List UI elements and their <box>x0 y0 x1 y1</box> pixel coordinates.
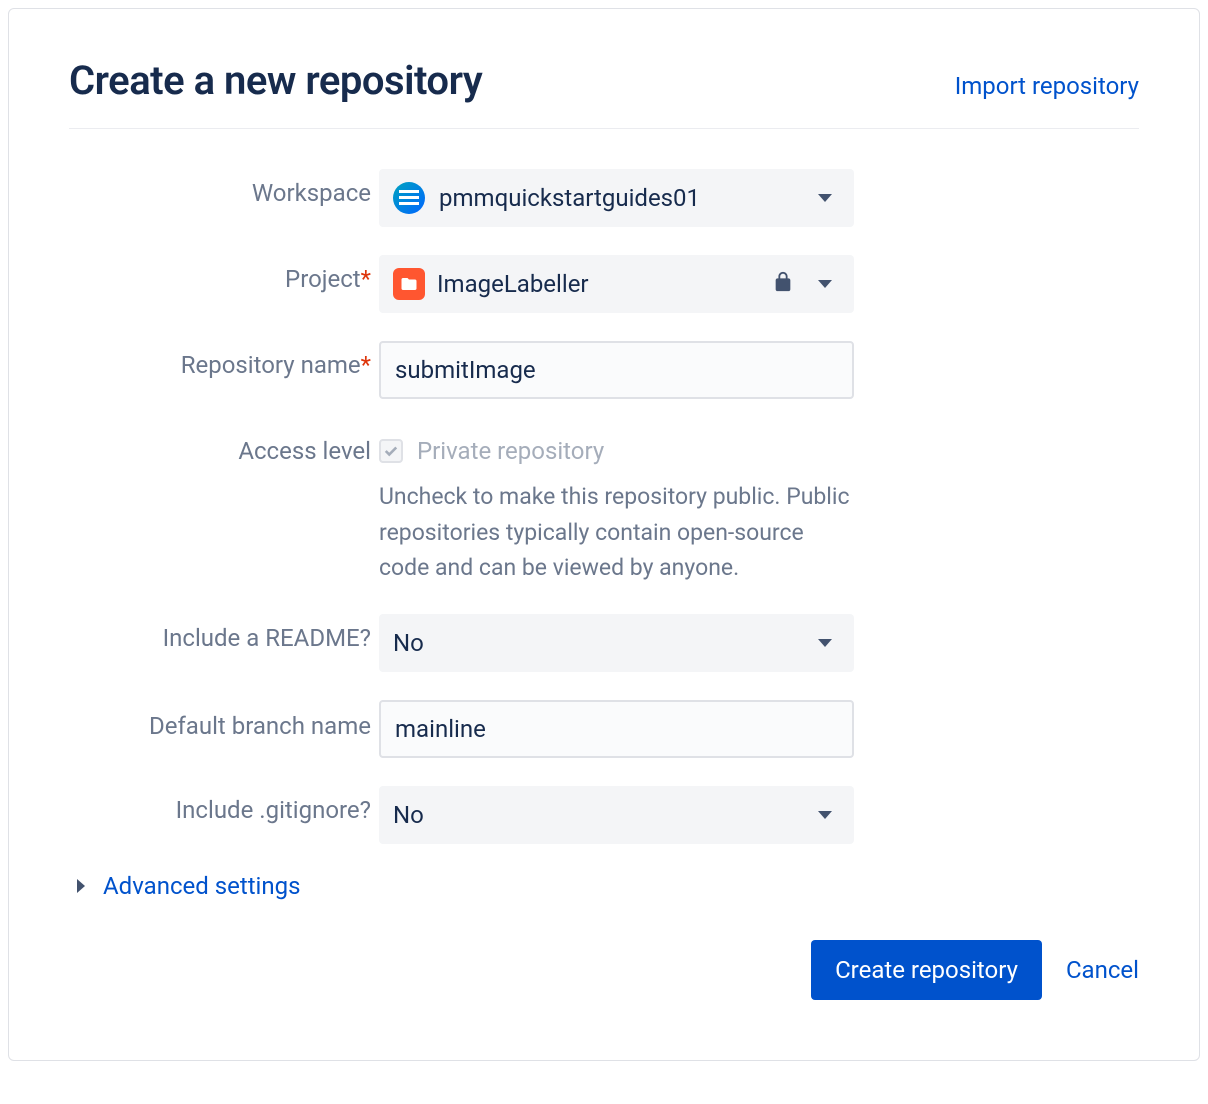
default-branch-label: Default branch name <box>69 700 379 742</box>
advanced-settings-toggle[interactable]: Advanced settings <box>69 872 1139 900</box>
workspace-select[interactable]: pmmquickstartguides01 <box>379 169 854 227</box>
include-gitignore-label: Include .gitignore? <box>69 786 379 824</box>
default-branch-input[interactable] <box>379 700 854 758</box>
workspace-avatar-icon <box>393 182 425 214</box>
include-readme-row: Include a README? No <box>69 614 1139 672</box>
create-repository-button[interactable]: Create repository <box>811 940 1042 1000</box>
header: Create a new repository Import repositor… <box>69 57 1139 129</box>
chevron-down-icon <box>818 280 832 288</box>
lock-icon <box>772 271 794 297</box>
default-branch-row: Default branch name <box>69 700 1139 758</box>
workspace-value: pmmquickstartguides01 <box>439 184 818 212</box>
repository-name-row: Repository name* <box>69 341 1139 399</box>
import-repository-link[interactable]: Import repository <box>955 72 1139 100</box>
workspace-label: Workspace <box>69 169 379 207</box>
advanced-settings-label: Advanced settings <box>103 872 301 900</box>
create-repository-form: Create a new repository Import repositor… <box>8 8 1200 1061</box>
repository-name-label: Repository name* <box>69 341 379 379</box>
include-readme-select[interactable]: No <box>379 614 854 672</box>
include-gitignore-value: No <box>393 801 818 829</box>
workspace-row: Workspace pmmquickstartguides01 <box>69 169 1139 227</box>
project-value: ImageLabeller <box>437 270 772 298</box>
project-row: Project* ImageLabeller <box>69 255 1139 313</box>
actions-row: Create repository Cancel <box>69 940 1139 1000</box>
project-select[interactable]: ImageLabeller <box>379 255 854 313</box>
private-checkbox-row: Private repository <box>379 427 854 465</box>
include-readme-value: No <box>393 629 818 657</box>
project-label: Project* <box>69 255 379 293</box>
include-readme-label: Include a README? <box>69 614 379 652</box>
project-folder-icon <box>393 268 425 300</box>
access-level-row: Access level Private repository Uncheck … <box>69 427 1139 586</box>
include-gitignore-row: Include .gitignore? No <box>69 786 1139 844</box>
chevron-down-icon <box>818 811 832 819</box>
private-repository-label: Private repository <box>417 437 604 465</box>
cancel-button[interactable]: Cancel <box>1066 956 1139 984</box>
access-level-hint: Uncheck to make this repository public. … <box>379 479 854 586</box>
chevron-down-icon <box>818 639 832 647</box>
repository-name-input[interactable] <box>379 341 854 399</box>
chevron-down-icon <box>818 194 832 202</box>
access-level-label: Access level <box>69 427 379 465</box>
page-title: Create a new repository <box>69 57 482 104</box>
chevron-right-icon <box>77 879 85 893</box>
include-gitignore-select[interactable]: No <box>379 786 854 844</box>
private-repository-checkbox[interactable] <box>379 439 403 463</box>
